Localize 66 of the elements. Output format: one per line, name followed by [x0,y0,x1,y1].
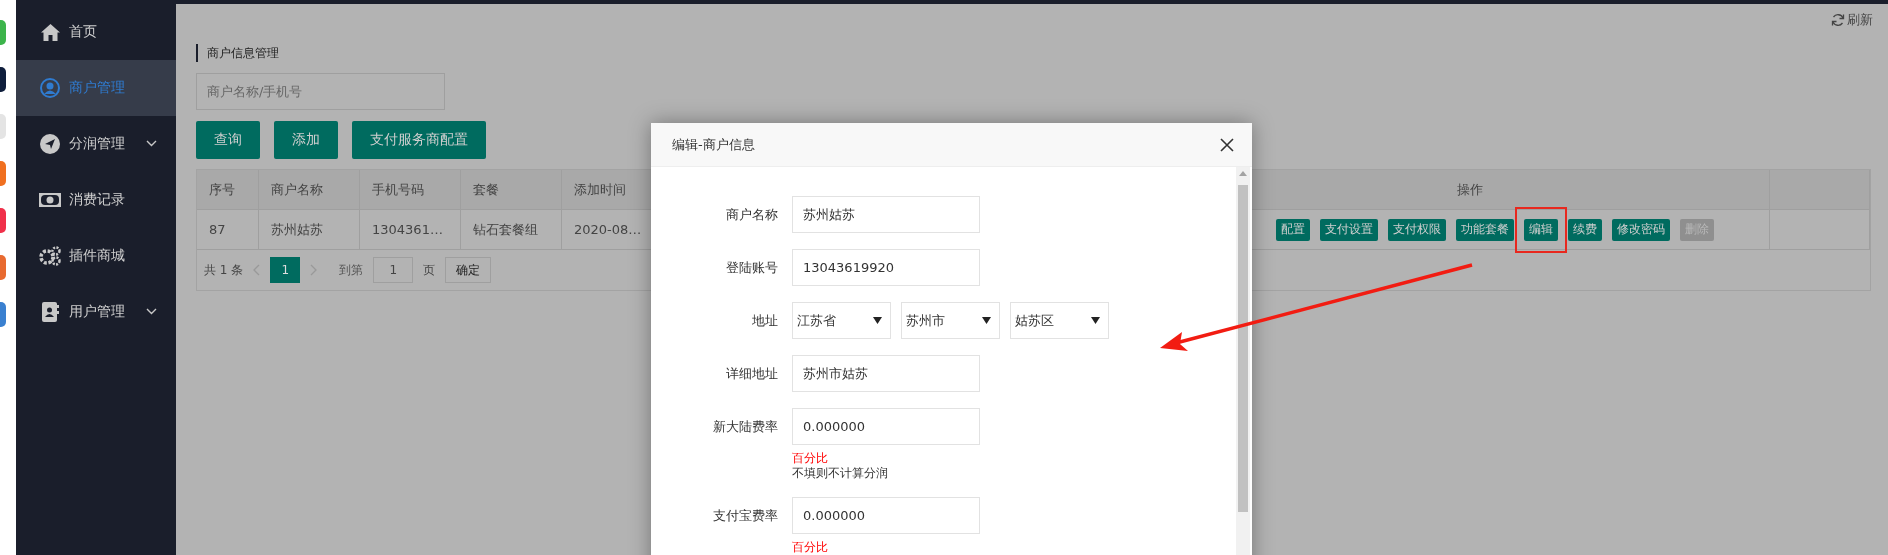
page-unit: 页 [423,261,436,279]
column-header: 商户名称 [259,170,360,210]
caret-icon [1091,317,1100,324]
total-count: 共 1 条 [204,261,244,279]
gears-icon [39,246,61,266]
scroll-up-icon[interactable] [1239,171,1247,176]
banknote-icon [39,193,61,207]
caret-icon [982,317,991,324]
sidebar-item[interactable]: 首页 [16,4,176,60]
field-label: 商户名称 [725,206,779,224]
column-header: 序号 [197,170,259,210]
contact-book-icon [41,302,59,322]
sidebar-item[interactable]: 消费记录 [16,172,176,228]
scrollbar[interactable] [1236,167,1250,555]
paper-plane-icon [40,134,60,154]
field-label: 支付宝费率 [712,507,779,525]
caret-icon [873,317,882,324]
sidebar-item[interactable]: 插件商城 [16,228,176,284]
sidebar-item[interactable]: 分润管理 [16,116,176,172]
table-cell: 87 [197,210,259,250]
action-button[interactable]: 支付服务商配置 [352,121,486,159]
home-icon [40,23,60,41]
input-field[interactable]: 0.000000 [792,497,980,534]
row-action-button[interactable]: 编辑 [1524,218,1558,241]
unit-hint: 百分比 [792,451,829,466]
row-action-button[interactable]: 支付权限 [1388,218,1446,241]
page-title: 商户信息管理 [196,44,279,62]
confirm-button[interactable]: 确定 [445,257,492,283]
close-icon [1220,138,1234,152]
refresh-icon [1831,13,1845,27]
action-button[interactable]: 查询 [196,121,260,159]
search-field[interactable]: 商户名称/手机号 [196,73,445,110]
input-field[interactable]: 苏州市姑苏 [792,355,980,392]
select-field[interactable]: 江苏省 [792,302,891,339]
column-header: 手机号码 [360,170,461,210]
row-action-button[interactable]: 续费 [1568,218,1602,241]
user-icon [40,78,60,98]
input-field[interactable]: 苏州姑苏 [792,196,980,233]
table-cell: 钻石套餐组 [461,210,562,250]
action-button[interactable]: 添加 [274,121,338,159]
dialog-title: 编辑-商户信息 [672,135,755,154]
field-label: 登陆账号 [725,259,779,277]
sidebar-item[interactable]: 商户管理 [16,60,176,116]
page-button[interactable]: 1 [270,257,301,283]
unit-hint: 百分比 [792,540,829,555]
select-field[interactable]: 苏州市 [901,302,1000,339]
close-button[interactable] [1220,138,1234,152]
row-action-button[interactable]: 配置 [1276,218,1310,241]
refresh-button[interactable]: 刷新 [1831,11,1873,29]
input-field[interactable]: 13043619920 [792,249,980,286]
field-note: 不填则不计算分润 [792,466,889,481]
table-cell: 苏州姑苏 [259,210,360,250]
column-header: 套餐 [461,170,562,210]
row-action-button[interactable]: 修改密码 [1612,218,1670,241]
input-field[interactable]: 0.000000 [792,408,980,445]
page-input[interactable]: 1 [373,257,414,283]
field-label: 新大陆费率 [712,418,779,436]
field-label: 地址 [751,312,779,330]
app-icon[interactable] [0,67,6,92]
table-cell: 1304361… [360,210,461,250]
goto-label: 到第 [339,261,364,279]
field-label: 详细地址 [725,365,779,383]
row-action-button[interactable]: 功能套餐 [1456,218,1514,241]
sidebar-item[interactable]: 用户管理 [16,284,176,340]
row-action-button[interactable]: 支付设置 [1320,218,1378,241]
select-field[interactable]: 姑苏区 [1010,302,1109,339]
